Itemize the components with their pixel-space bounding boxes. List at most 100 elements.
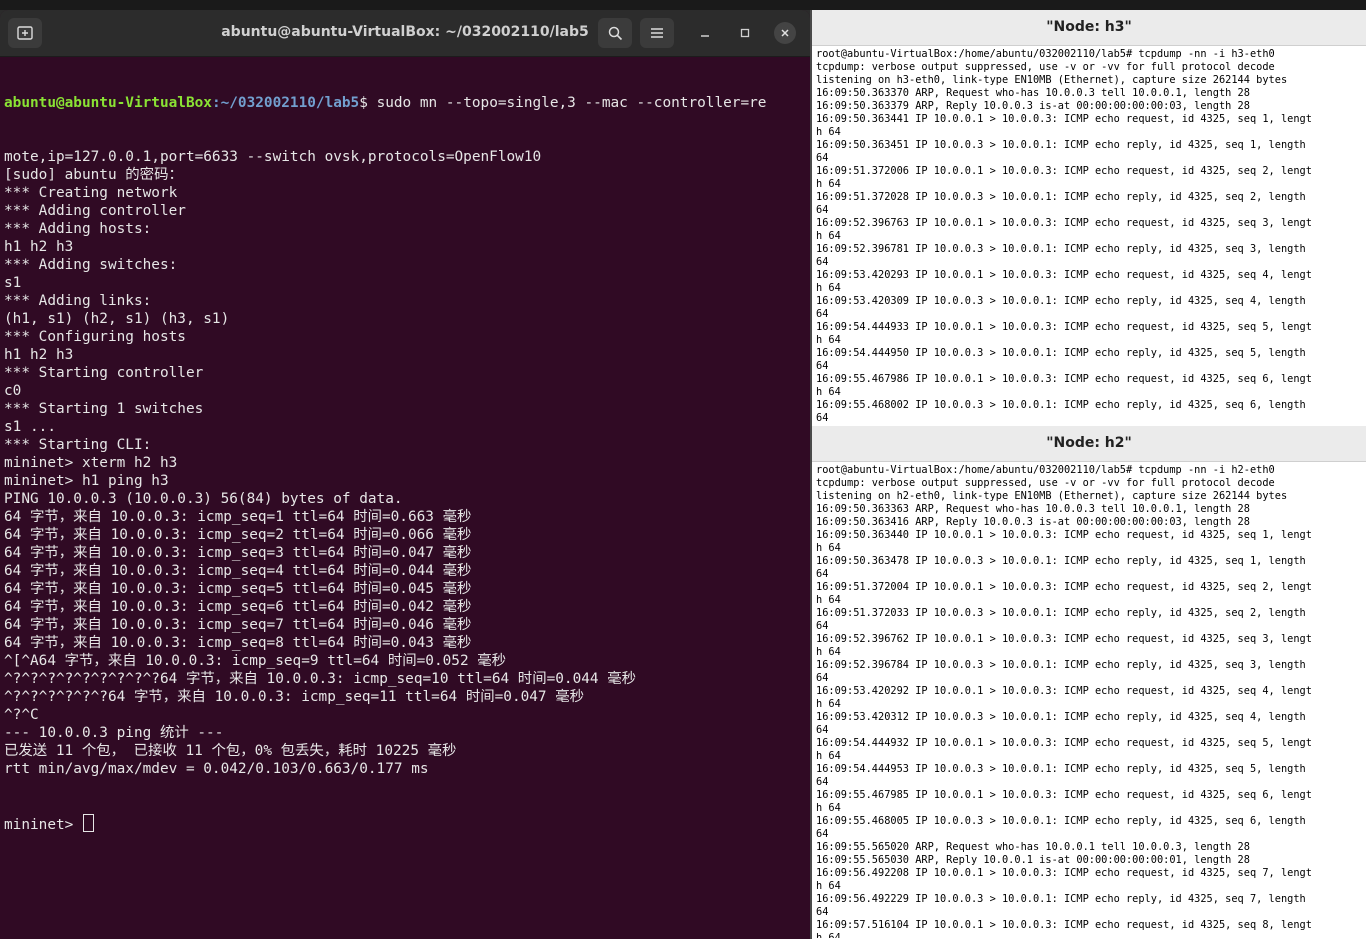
terminal-line: 64 字节，来自 10.0.0.3: icmp_seq=7 ttl=64 时间=… bbox=[4, 617, 472, 633]
terminal-active-prompt[interactable]: mininet> bbox=[4, 814, 804, 833]
xterm-line: 16:09:51.372028 IP 10.0.0.3 > 10.0.0.1: … bbox=[816, 191, 1306, 203]
xterm-line: 16:09:51.372006 IP 10.0.0.1 > 10.0.0.3: … bbox=[816, 165, 1312, 177]
terminal-line: 64 字节，来自 10.0.0.3: icmp_seq=6 ttl=64 时间=… bbox=[4, 599, 472, 615]
xterm-line: 16:09:50.363363 ARP, Request who-has 10.… bbox=[816, 503, 1250, 515]
xterm-line: 16:09:53.420312 IP 10.0.0.3 > 10.0.0.1: … bbox=[816, 711, 1306, 723]
terminal-output[interactable]: abuntu@abuntu-VirtualBox:~/032002110/lab… bbox=[4, 58, 804, 923]
xterm-line: 16:09:50.363370 ARP, Request who-has 10.… bbox=[816, 87, 1250, 99]
xterm-line: 16:09:50.363379 ARP, Reply 10.0.0.3 is-a… bbox=[816, 100, 1250, 112]
terminal-line: ^[^A64 字节，来自 10.0.0.3: icmp_seq=9 ttl=64… bbox=[4, 653, 507, 669]
xterm-h2-title: "Node: h2" bbox=[812, 426, 1366, 462]
xterm-h3-title: "Node: h3" bbox=[812, 10, 1366, 46]
terminal-line: [sudo] abuntu 的密码： bbox=[4, 167, 183, 183]
terminal-line: *** Creating network bbox=[4, 185, 178, 201]
terminal-line: 64 字节，来自 10.0.0.3: icmp_seq=8 ttl=64 时间=… bbox=[4, 635, 472, 651]
terminal-line: 64 字节，来自 10.0.0.3: icmp_seq=2 ttl=64 时间=… bbox=[4, 527, 472, 543]
xterm-line: 64 bbox=[816, 620, 829, 632]
minimize-icon bbox=[701, 35, 709, 37]
xterm-line: root@abuntu-VirtualBox:/home/abuntu/0320… bbox=[816, 464, 1275, 476]
terminal-line: 64 字节，来自 10.0.0.3: icmp_seq=3 ttl=64 时间=… bbox=[4, 545, 472, 561]
xterm-line: 16:09:50.363440 IP 10.0.0.1 > 10.0.0.3: … bbox=[816, 529, 1312, 541]
terminal-line: *** Starting controller bbox=[4, 365, 204, 381]
terminal-line: 64 字节，来自 10.0.0.3: icmp_seq=4 ttl=64 时间=… bbox=[4, 563, 472, 579]
terminal-line: ^?^C bbox=[4, 707, 39, 723]
xterm-line: root@abuntu-VirtualBox:/home/abuntu/0320… bbox=[816, 48, 1275, 60]
prompt-path: :~/032002110/lab5 bbox=[211, 95, 360, 111]
xterm-line: 64 bbox=[816, 828, 829, 840]
xterm-line: h 64 bbox=[816, 282, 841, 294]
xterm-line: h 64 bbox=[816, 594, 841, 606]
terminal-line: mininet> xterm h2 h3 bbox=[4, 455, 178, 471]
maximize-icon bbox=[740, 28, 750, 38]
xterm-line: 16:09:52.396781 IP 10.0.0.3 > 10.0.0.1: … bbox=[816, 243, 1306, 255]
terminal-line: 已发送 11 个包， 已接收 11 个包，0% 包丢失，耗时 10225 毫秒 bbox=[4, 743, 457, 759]
xterm-line: 16:09:55.467986 IP 10.0.0.1 > 10.0.0.3: … bbox=[816, 373, 1312, 385]
xterm-line: 16:09:53.420293 IP 10.0.0.1 > 10.0.0.3: … bbox=[816, 269, 1312, 281]
prompt-symbol: $ bbox=[359, 95, 377, 111]
xterm-line: h 64 bbox=[816, 932, 841, 938]
xterm-line: h 64 bbox=[816, 178, 841, 190]
xterm-line: 64 bbox=[816, 360, 829, 372]
terminal-line: h1 h2 h3 bbox=[4, 347, 74, 363]
xterm-line: 16:09:55.468002 IP 10.0.0.3 > 10.0.0.1: … bbox=[816, 399, 1306, 411]
xterm-h3-output[interactable]: root@abuntu-VirtualBox:/home/abuntu/0320… bbox=[812, 46, 1366, 424]
xterm-line: 16:09:50.363451 IP 10.0.0.3 > 10.0.0.1: … bbox=[816, 139, 1306, 151]
terminal-line: c0 bbox=[4, 383, 22, 399]
xterm-node-h2-window[interactable]: "Node: h2" root@abuntu-VirtualBox:/home/… bbox=[812, 426, 1366, 939]
maximize-button[interactable] bbox=[734, 22, 756, 44]
menu-button[interactable] bbox=[640, 18, 674, 48]
terminal-command-line: abuntu@abuntu-VirtualBox:~/032002110/lab… bbox=[4, 94, 804, 112]
terminal-line: *** Starting CLI: bbox=[4, 437, 152, 453]
terminal-line: PING 10.0.0.3 (10.0.0.3) 56(84) bytes of… bbox=[4, 491, 403, 507]
xterm-line: 16:09:55.467985 IP 10.0.0.1 > 10.0.0.3: … bbox=[816, 789, 1312, 801]
system-top-bar bbox=[0, 0, 1366, 10]
xterm-line: 64 bbox=[816, 152, 829, 164]
xterm-line: 16:09:56.492208 IP 10.0.0.1 > 10.0.0.3: … bbox=[816, 867, 1312, 879]
xterm-line: 16:09:54.444953 IP 10.0.0.3 > 10.0.0.1: … bbox=[816, 763, 1306, 775]
xterm-node-h3-window[interactable]: "Node: h3" root@abuntu-VirtualBox:/home/… bbox=[812, 10, 1366, 426]
terminal-lines: mote,ip=127.0.0.1,port=6633 --switch ovs… bbox=[4, 148, 804, 778]
terminal-line: 64 字节，来自 10.0.0.3: icmp_seq=5 ttl=64 时间=… bbox=[4, 581, 472, 597]
xterm-line: 16:09:53.420309 IP 10.0.0.3 > 10.0.0.1: … bbox=[816, 295, 1306, 307]
xterm-line: h 64 bbox=[816, 646, 841, 658]
xterm-line: 16:09:50.363416 ARP, Reply 10.0.0.3 is-a… bbox=[816, 516, 1250, 528]
xterm-line: 16:09:50.363478 IP 10.0.0.3 > 10.0.0.1: … bbox=[816, 555, 1306, 567]
xterm-line: h 64 bbox=[816, 334, 841, 346]
gnome-terminal-window[interactable]: abuntu@abuntu-VirtualBox: ~/032002110/la… bbox=[0, 10, 810, 925]
xterm-line: 16:09:55.565030 ARP, Reply 10.0.0.1 is-a… bbox=[816, 854, 1250, 866]
terminal-bottom-edge bbox=[0, 925, 810, 939]
xterm-line: h 64 bbox=[816, 698, 841, 710]
xterm-line: 16:09:54.444933 IP 10.0.0.1 > 10.0.0.3: … bbox=[816, 321, 1312, 333]
terminal-line: *** Starting 1 switches bbox=[4, 401, 204, 417]
xterm-line: h 64 bbox=[816, 880, 841, 892]
terminal-line: *** Adding links: bbox=[4, 293, 152, 309]
xterm-line: 16:09:51.372004 IP 10.0.0.1 > 10.0.0.3: … bbox=[816, 581, 1312, 593]
xterm-line: 16:09:57.516104 IP 10.0.0.1 > 10.0.0.3: … bbox=[816, 919, 1312, 931]
text-cursor bbox=[82, 814, 94, 832]
terminal-line: ^?^?^?^?^?^?^?^?^?64 字节，来自 10.0.0.3: icm… bbox=[4, 671, 637, 687]
xterm-line: 16:09:55.468005 IP 10.0.0.3 > 10.0.0.1: … bbox=[816, 815, 1306, 827]
terminal-title: abuntu@abuntu-VirtualBox: ~/032002110/la… bbox=[221, 24, 589, 40]
terminal-line: s1 ... bbox=[4, 419, 56, 435]
xterm-line: 64 bbox=[816, 204, 829, 216]
new-tab-button[interactable] bbox=[8, 18, 42, 48]
xterm-line: 16:09:52.396763 IP 10.0.0.1 > 10.0.0.3: … bbox=[816, 217, 1312, 229]
xterm-line: 16:09:52.396762 IP 10.0.0.1 > 10.0.0.3: … bbox=[816, 633, 1312, 645]
close-button[interactable] bbox=[774, 22, 796, 44]
xterm-line: tcpdump: verbose output suppressed, use … bbox=[816, 61, 1275, 73]
xterm-line: tcpdump: verbose output suppressed, use … bbox=[816, 477, 1275, 489]
search-button[interactable] bbox=[598, 18, 632, 48]
xterm-line: 16:09:56.492229 IP 10.0.0.3 > 10.0.0.1: … bbox=[816, 893, 1306, 905]
prompt-user: abuntu@abuntu-VirtualBox bbox=[4, 95, 212, 111]
xterm-line: 64 bbox=[816, 906, 829, 918]
xterm-line: 16:09:51.372033 IP 10.0.0.3 > 10.0.0.1: … bbox=[816, 607, 1306, 619]
terminal-line: rtt min/avg/max/mdev = 0.042/0.103/0.663… bbox=[4, 761, 429, 777]
xterm-line: h 64 bbox=[816, 542, 841, 554]
xterm-line: h 64 bbox=[816, 386, 841, 398]
minimize-button[interactable] bbox=[694, 22, 716, 44]
xterm-line: 64 bbox=[816, 568, 829, 580]
xterm-h2-output[interactable]: root@abuntu-VirtualBox:/home/abuntu/0320… bbox=[812, 462, 1366, 938]
mininet-prompt: mininet> bbox=[4, 817, 82, 833]
xterm-line: 64 bbox=[816, 308, 829, 320]
xterm-line: h 64 bbox=[816, 126, 841, 138]
